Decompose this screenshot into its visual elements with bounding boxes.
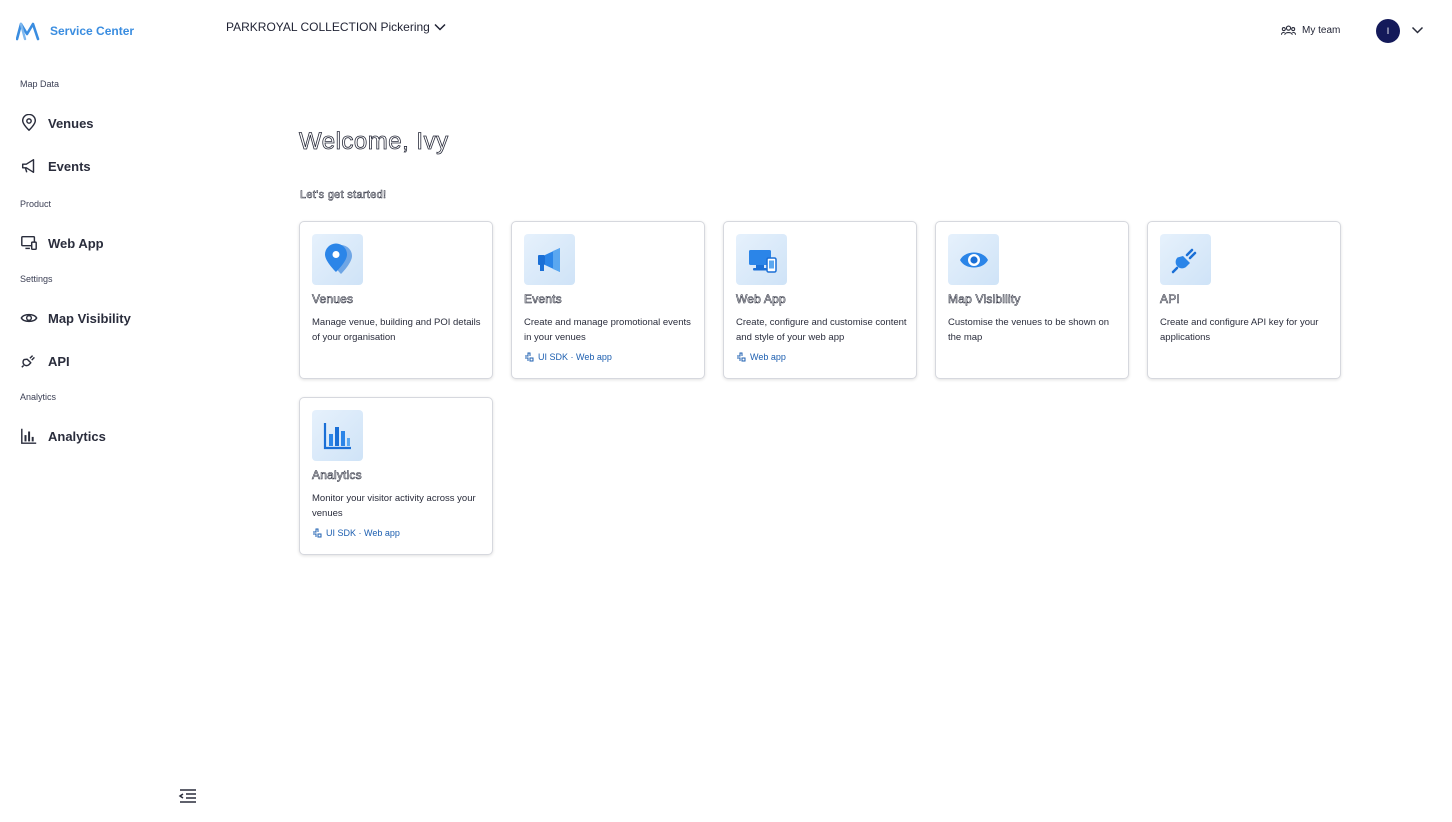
- devices-icon: [19, 233, 39, 253]
- collapse-sidebar-icon[interactable]: [178, 788, 198, 804]
- sidebar-item-label: Web App: [48, 235, 104, 251]
- sidebar-item-label: API: [48, 353, 70, 369]
- brand[interactable]: Service Center: [16, 21, 134, 41]
- account-menu-chevron-icon[interactable]: [1411, 25, 1424, 35]
- sidebar-item-api[interactable]: API: [19, 351, 70, 371]
- card-analytics[interactable]: Analytics Monitor your visitor activity …: [299, 397, 493, 555]
- sidebar-item-label: Events: [48, 158, 91, 174]
- card-title: Web App: [736, 292, 786, 307]
- megaphone-icon: [19, 156, 39, 176]
- app-root: Service Center Map Data Venues Events Pr…: [0, 0, 1452, 822]
- sidebar-item-venues[interactable]: Venues: [19, 113, 94, 133]
- chevron-down-icon: [434, 23, 446, 31]
- map-visibility-card-icon-tile: [948, 234, 999, 285]
- eye-icon: [19, 308, 39, 328]
- venues-card-icon-tile: [312, 234, 363, 285]
- eye-icon: [959, 252, 988, 267]
- my-team-button[interactable]: My team: [1281, 24, 1340, 36]
- sdk-icon: [525, 352, 534, 362]
- card-title: API: [1160, 292, 1180, 307]
- sdk-icon: [737, 352, 746, 362]
- map-pin-icon: [324, 243, 352, 274]
- card-description: Customise the venues to be shown on the …: [948, 317, 1110, 343]
- card-venues[interactable]: Venues Manage venue, building and POI de…: [299, 221, 493, 379]
- avatar[interactable]: I: [1376, 19, 1400, 43]
- brand-name: Service Center: [50, 24, 135, 38]
- card-tags: Web app: [736, 352, 786, 362]
- card-description: Create and manage promotional events in …: [524, 317, 691, 343]
- sdk-icon: [313, 528, 322, 538]
- card-title: Analytics: [312, 468, 362, 483]
- card-description: Manage venue, building and POI details o…: [312, 317, 481, 343]
- card-tags: UI SDK · Web app: [312, 528, 400, 538]
- sidebar-item-events[interactable]: Events: [19, 156, 91, 176]
- sidebar-item-web-app[interactable]: Web App: [19, 233, 104, 253]
- my-team-label: My team: [1302, 24, 1341, 36]
- sidebar-item-label: Venues: [48, 115, 94, 131]
- megaphone-icon: [537, 247, 560, 272]
- plug-icon: [19, 351, 39, 371]
- card-api[interactable]: API Create and configure API key for you…: [1147, 221, 1341, 379]
- sidebar-item-label: Map Visibility: [48, 310, 131, 326]
- web-app-card-icon-tile: [736, 234, 787, 285]
- team-icon: [1281, 25, 1296, 35]
- card-tags-label[interactable]: UI SDK · Web app: [326, 528, 400, 538]
- sidebar-item-analytics[interactable]: Analytics: [19, 426, 106, 446]
- page-subtitle: Let's get started!: [300, 189, 387, 202]
- nav-section-map-data: Map Data: [20, 79, 60, 89]
- nav-section-settings: Settings: [20, 274, 53, 284]
- nav-section-analytics: Analytics: [20, 392, 57, 402]
- page-title: Welcome, Ivy: [299, 128, 449, 156]
- map-pin-icon: [19, 113, 39, 133]
- card-description: Monitor your visitor activity across you…: [312, 493, 476, 519]
- brand-logo-icon: [16, 22, 40, 41]
- card-title: Events: [524, 292, 562, 307]
- card-map-visibility[interactable]: Map Visibility Customise the venues to b…: [935, 221, 1129, 379]
- sidebar-item-map-visibility[interactable]: Map Visibility: [19, 308, 131, 328]
- devices-icon: [748, 249, 777, 273]
- plug-icon: [1171, 248, 1196, 273]
- card-title: Venues: [312, 292, 354, 307]
- card-title: Map Visibility: [948, 292, 1021, 307]
- sidebar-item-label: Analytics: [48, 428, 106, 444]
- card-web-app[interactable]: Web App Create, configure and customise …: [723, 221, 917, 379]
- sidebar: Service Center Map Data Venues Events Pr…: [0, 0, 210, 822]
- card-tags-label[interactable]: Web app: [750, 352, 786, 362]
- card-events[interactable]: Events Create and manage promotional eve…: [511, 221, 705, 379]
- nav-section-product: Product: [20, 199, 52, 209]
- bar-chart-icon: [19, 426, 39, 446]
- card-description: Create, configure and customise content …: [736, 317, 907, 343]
- card-description: Create and configure API key for your ap…: [1160, 317, 1319, 343]
- analytics-card-icon-tile: [312, 410, 363, 461]
- card-tags: UI SDK · Web app: [524, 352, 612, 362]
- api-card-icon-tile: [1160, 234, 1211, 285]
- card-tags-label[interactable]: UI SDK · Web app: [538, 352, 612, 362]
- bar-chart-icon: [323, 422, 351, 449]
- venue-selector[interactable]: PARKROYAL COLLECTION Pickering: [226, 20, 446, 34]
- venue-name: PARKROYAL COLLECTION Pickering: [226, 20, 430, 34]
- events-card-icon-tile: [524, 234, 575, 285]
